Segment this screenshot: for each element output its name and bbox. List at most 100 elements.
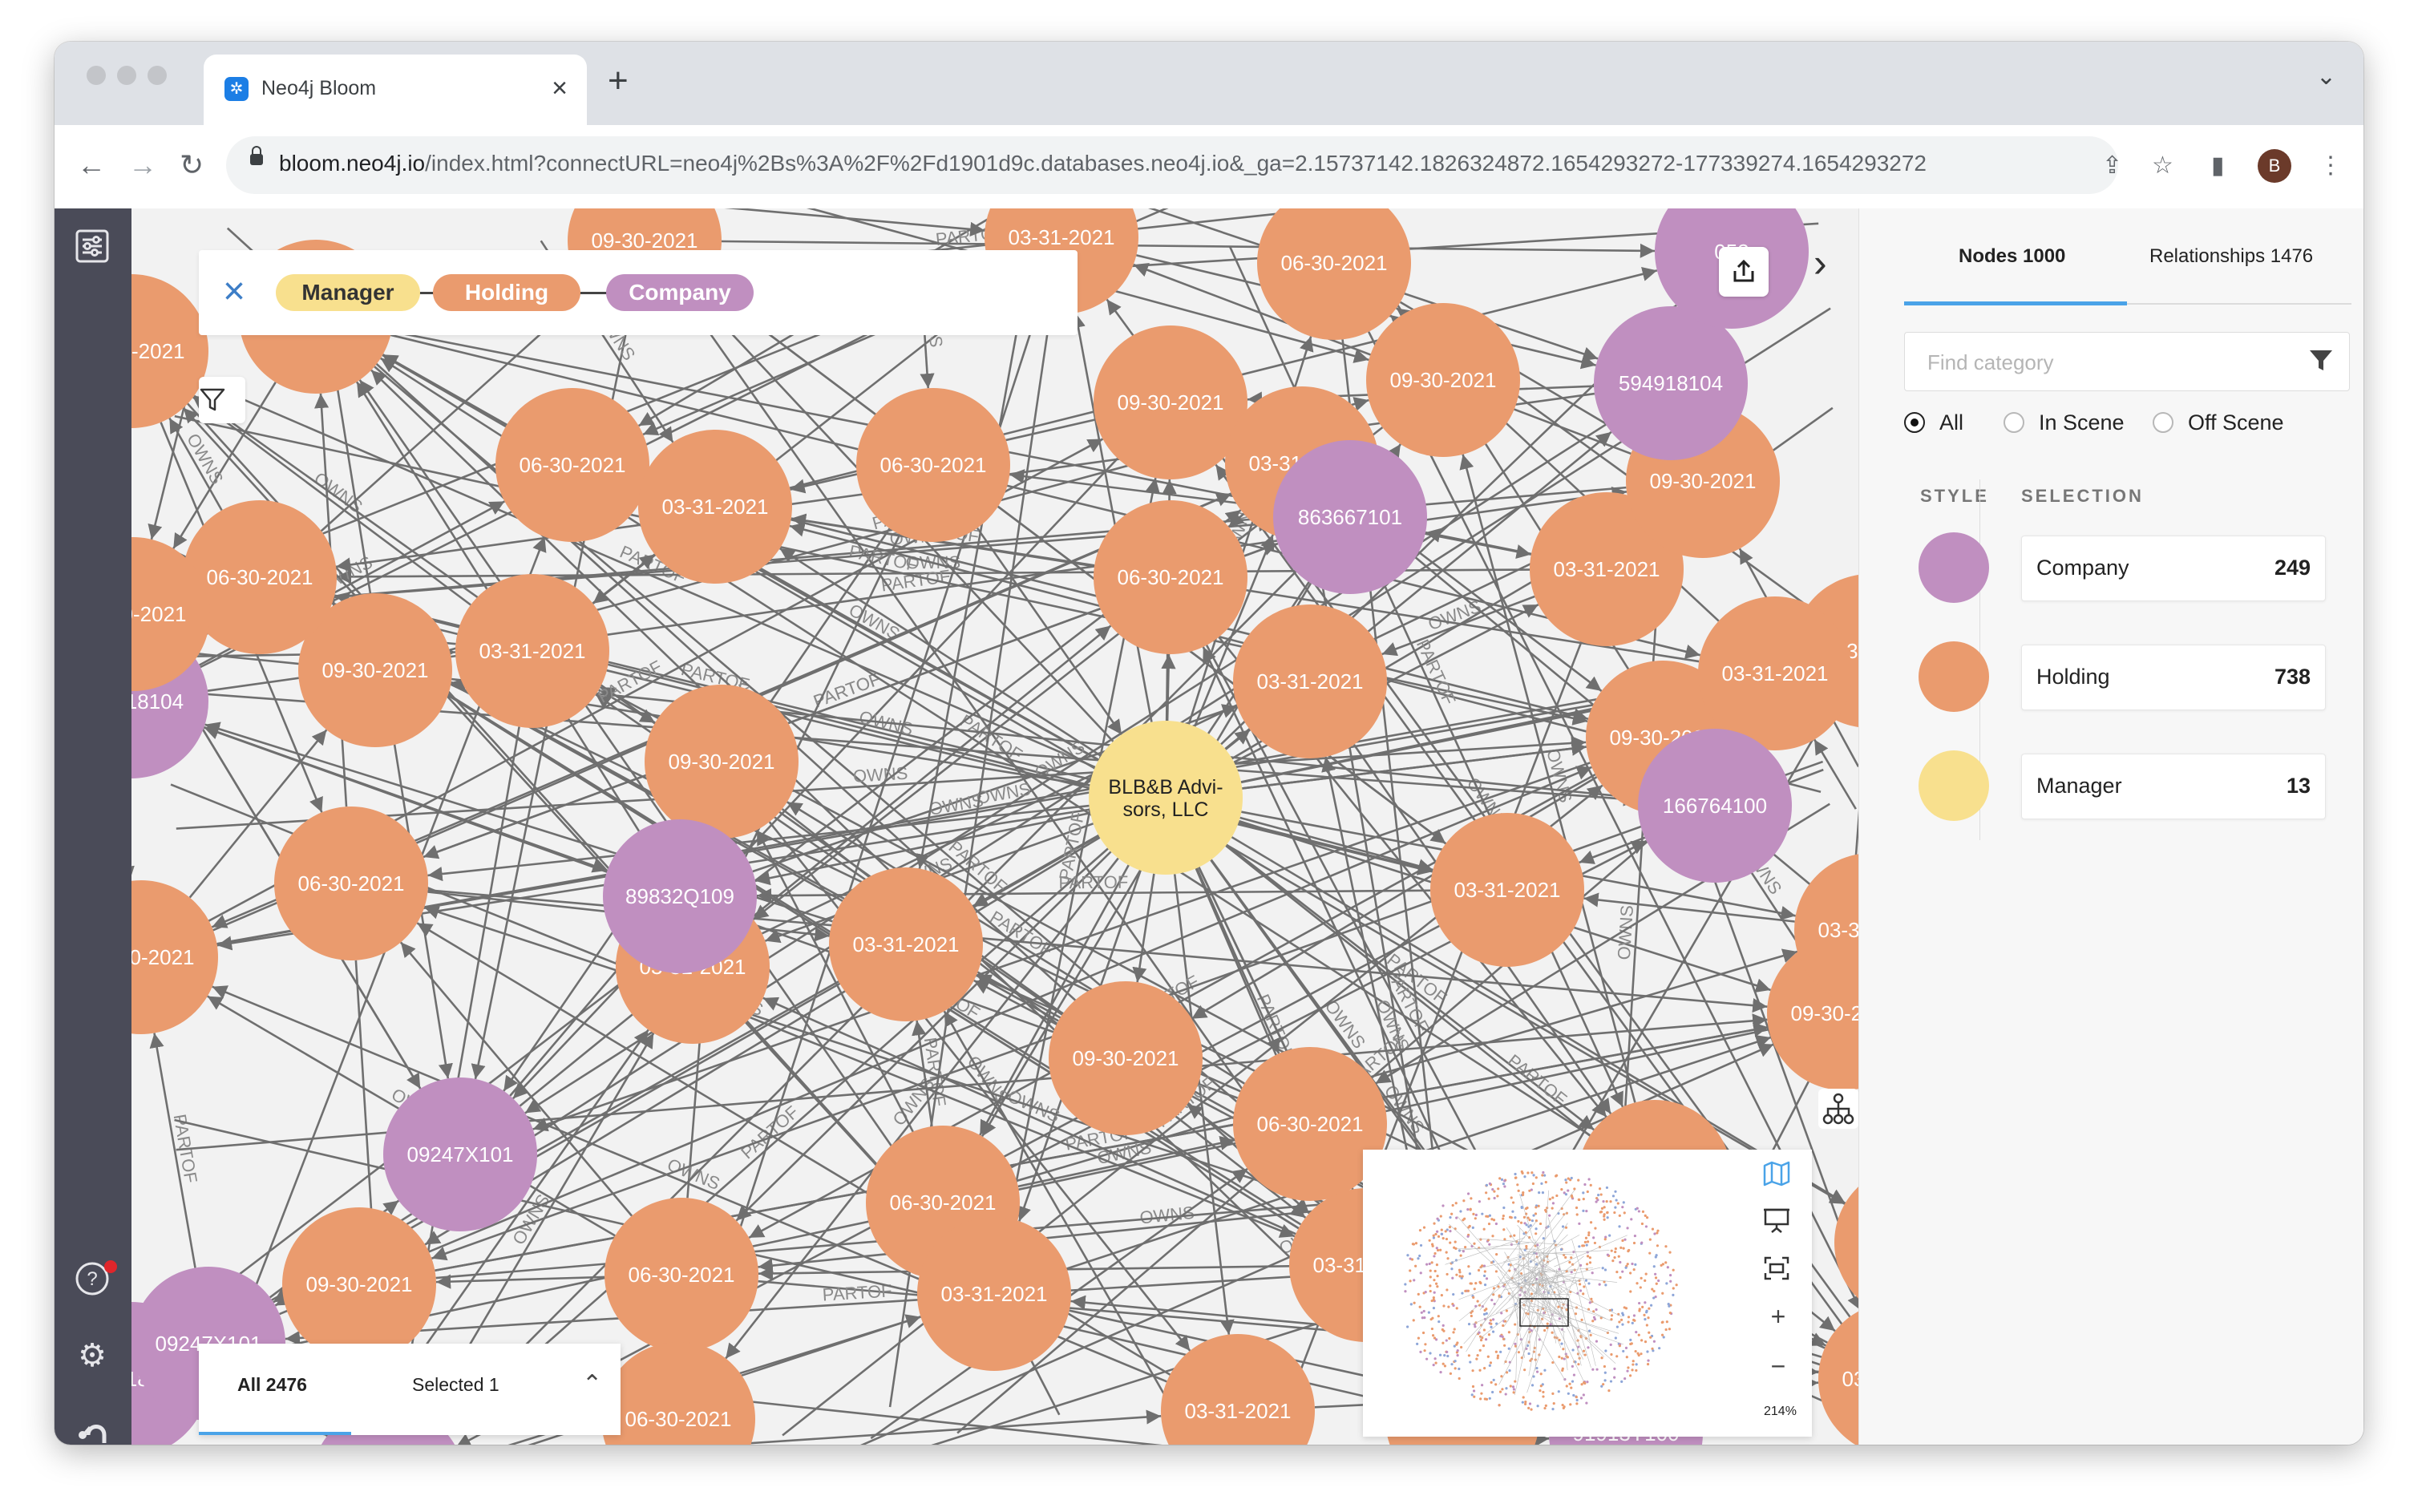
maximize-window-button[interactable] [148, 66, 167, 85]
holding-node[interactable]: 09-30-2021 [131, 880, 218, 1034]
tab-close-icon[interactable]: × [552, 72, 568, 104]
find-category-field[interactable] [1904, 332, 2350, 392]
holding-node[interactable]: 03-31-2021 [1233, 604, 1387, 758]
collapse-panel-chevron-icon[interactable]: › [1814, 239, 1827, 287]
side-panel-icon[interactable]: ▮ [2211, 152, 2225, 180]
profile-avatar[interactable]: B [2258, 149, 2291, 183]
holding-node[interactable]: 09-30-2021 [1094, 325, 1247, 479]
new-tab-icon[interactable]: + [608, 61, 629, 101]
filter-all-label[interactable]: All [1939, 410, 1963, 435]
back-icon[interactable]: ← [77, 149, 106, 181]
filter-icon[interactable] [2307, 347, 2335, 378]
manager-node[interactable]: BLB&B Advi-sors, LLC [1089, 721, 1243, 875]
relationship-label: OWNS [665, 1154, 723, 1194]
gear-icon[interactable]: ⚙ [74, 1337, 111, 1374]
settings-sliders-icon[interactable] [74, 228, 111, 265]
company-style-swatch[interactable] [1919, 532, 1989, 603]
holding-node[interactable]: 09-30-2021 [1049, 981, 1203, 1135]
holding-node[interactable]: 09-30-2021 [131, 274, 208, 428]
clear-search-close-icon[interactable]: × [223, 273, 245, 311]
company-node[interactable]: 89832Q109 [603, 819, 757, 973]
holding-node[interactable]: 06-30-2021 [604, 1198, 758, 1352]
hierarchy-layout-icon[interactable] [1818, 1089, 1858, 1129]
minimap-node [1440, 1294, 1443, 1297]
minimap-node [1490, 1325, 1493, 1328]
holding-node[interactable]: 09-30-2021 [282, 1207, 436, 1361]
relationship-edge[interactable] [1239, 816, 1433, 874]
holding-node[interactable]: 03-31-2021 [638, 430, 792, 584]
minimap[interactable]: + − 214% [1363, 1150, 1812, 1437]
browser-tab[interactable]: ✲ Neo4j Bloom × [204, 55, 587, 125]
holding-node[interactable]: 09-30-2021 [645, 685, 799, 839]
forward-icon[interactable]: → [128, 149, 157, 181]
tab-selected-results[interactable]: Selected 1 [412, 1374, 499, 1396]
zoom-in-icon[interactable]: + [1762, 1302, 1794, 1331]
minimap-node [1466, 1289, 1470, 1292]
filter-off-scene-label[interactable]: Off Scene [2188, 410, 2284, 435]
minimap-node [1436, 1248, 1440, 1252]
minimap-node [1664, 1261, 1668, 1264]
company-node[interactable]: 863667101 [1273, 440, 1427, 594]
holding-style-swatch[interactable] [1919, 641, 1989, 712]
relationship-edge[interactable] [382, 354, 507, 428]
holding-node[interactable]: 06-30-2021 [856, 388, 1010, 542]
minimap-overview[interactable] [1363, 1150, 1748, 1437]
minimap-node [1481, 1212, 1484, 1215]
find-category-input[interactable] [1905, 333, 2314, 392]
filter-icon[interactable] [199, 377, 245, 423]
company-node[interactable]: 09247X101 [383, 1077, 537, 1231]
tab-search-chevron-icon[interactable]: ⌄ [2316, 63, 2336, 91]
holding-node[interactable]: 06-30-2021 [1094, 500, 1247, 654]
tab-relationships[interactable]: Relationships 1476 [2149, 245, 2313, 268]
manager-style-swatch[interactable] [1919, 750, 1989, 821]
close-window-button[interactable] [87, 66, 106, 85]
holding-node[interactable]: 09-30-2021 [1366, 303, 1520, 457]
bookmark-star-icon[interactable]: ☆ [2152, 152, 2173, 180]
minimap-node [1575, 1402, 1579, 1405]
holding-node[interactable]: 06-30-2021 [495, 388, 649, 542]
minimap-node [1614, 1336, 1617, 1340]
pill-holding[interactable]: Holding [433, 274, 580, 311]
company-node[interactable]: 166764100 [1638, 729, 1792, 883]
holding-node[interactable]: 03-31-2021 [1698, 596, 1852, 750]
minimap-node [1621, 1239, 1624, 1243]
company-node[interactable]: 594918104 [1594, 306, 1748, 460]
category-manager[interactable]: Manager 13 [2021, 754, 2326, 819]
holding-node[interactable]: 06-30-2021 [274, 807, 428, 960]
relationship-edge[interactable] [435, 1274, 605, 1289]
filter-off-scene-radio[interactable] [2153, 412, 2173, 433]
category-holding[interactable]: Holding 738 [2021, 645, 2326, 710]
reload-icon[interactable]: ↻ [180, 149, 204, 181]
category-name: Manager [2036, 774, 2122, 798]
pill-manager[interactable]: Manager [276, 274, 420, 311]
filter-all-radio[interactable] [1904, 412, 1925, 433]
neo4j-logo-icon[interactable] [74, 1411, 111, 1445]
holding-node[interactable]: 03-31-2021 [1430, 813, 1584, 967]
address-bar[interactable]: bloom.neo4j.io/index.html?connectURL=neo… [226, 136, 2118, 194]
tab-nodes[interactable]: Nodes 1000 [1959, 245, 2065, 268]
minimap-node [1428, 1262, 1431, 1266]
filter-in-scene-radio[interactable] [2004, 412, 2024, 433]
holding-node[interactable]: 03-31-2021 [455, 574, 609, 728]
holding-node[interactable]: 03-31-2021 [917, 1217, 1071, 1371]
zoom-out-icon[interactable]: − [1762, 1352, 1794, 1381]
minimap-node [1490, 1381, 1493, 1384]
pill-company[interactable]: Company [606, 274, 754, 311]
minimize-window-button[interactable] [117, 66, 136, 85]
minimap-node [1586, 1190, 1589, 1194]
node-label: BLB&B Advi- [1108, 776, 1223, 798]
share-icon[interactable]: ⇪ [2102, 152, 2122, 180]
tab-all-results[interactable]: All 2476 [237, 1374, 307, 1396]
export-upload-icon[interactable] [1719, 247, 1769, 297]
graph-canvas[interactable]: OWNSPARTOFOWNSPARTOFOWNSPARTOFOWNSPARTOF… [131, 208, 1858, 1445]
relationship-edge[interactable] [1132, 873, 1155, 983]
browser-menu-icon[interactable]: ⋮ [2319, 152, 2343, 180]
minimap-node [1525, 1244, 1528, 1248]
expand-drawer-chevron-icon[interactable]: ⌄ [582, 1368, 602, 1396]
holding-node[interactable]: 03-31-2021 [829, 867, 983, 1021]
filter-in-scene-label[interactable]: In Scene [2039, 410, 2125, 435]
category-company[interactable]: Company 249 [2021, 536, 2326, 601]
url-text[interactable]: bloom.neo4j.io/index.html?connectURL=neo… [279, 151, 1927, 176]
relationship-edge[interactable] [509, 954, 631, 1097]
holding-node[interactable]: 03-31-2021 [1161, 1334, 1315, 1445]
